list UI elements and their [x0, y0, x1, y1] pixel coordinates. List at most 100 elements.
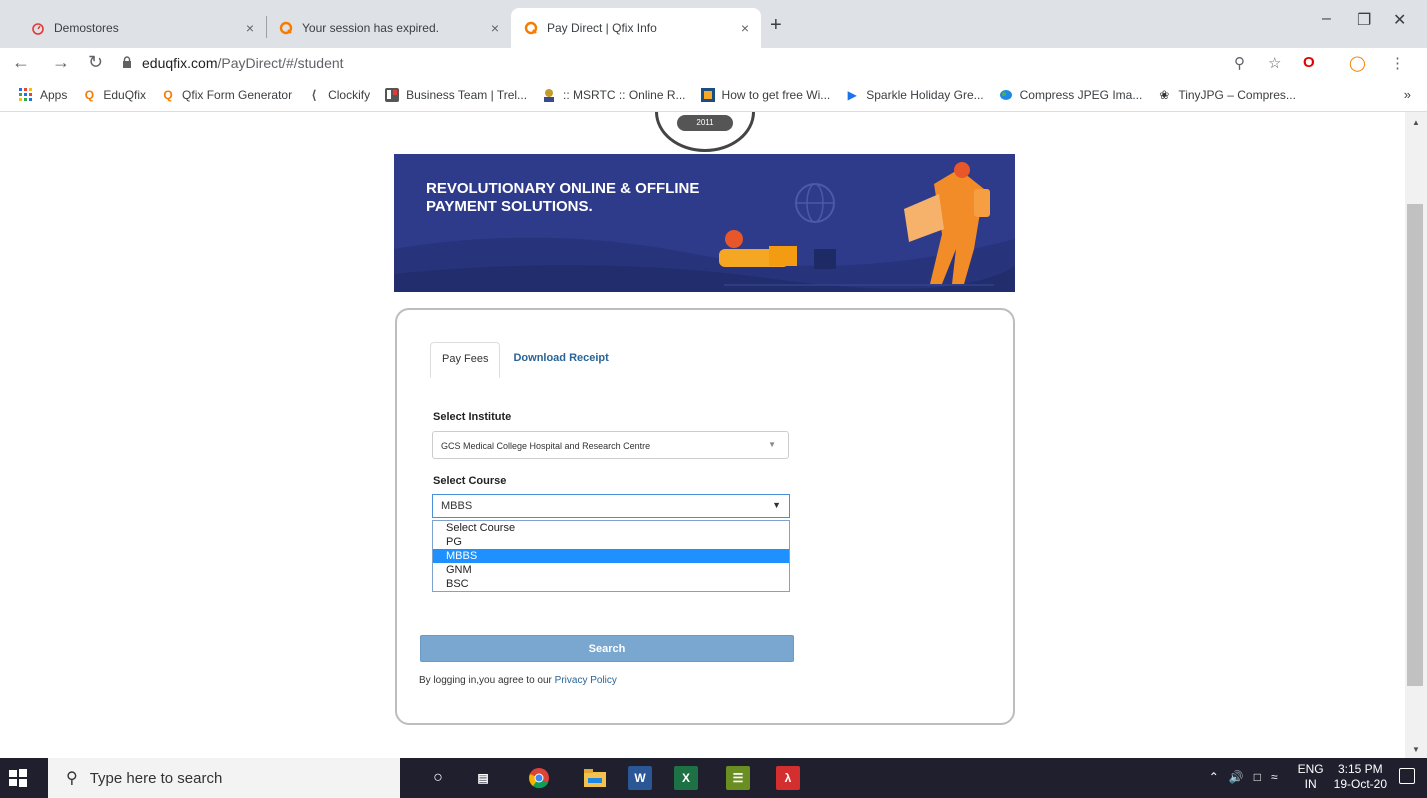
cortana-icon[interactable]: ○	[426, 766, 450, 790]
bookmark-sparkle-holiday[interactable]: ▶ Sparkle Holiday Gre...	[844, 87, 984, 103]
privacy-policy-link[interactable]: Privacy Policy	[555, 675, 617, 686]
reload-icon[interactable]: ↻	[88, 52, 103, 73]
institute-value: GCS Medical College Hospital and Researc…	[441, 441, 651, 451]
close-icon[interactable]: ×	[491, 20, 499, 36]
notifications-icon[interactable]	[1399, 768, 1415, 784]
qfix-extension-icon[interactable]: ◯	[1349, 54, 1366, 72]
search-icon: ⚲	[66, 770, 78, 787]
star-icon[interactable]: ☆	[1268, 54, 1281, 72]
scroll-down-icon[interactable]: ▼	[1412, 745, 1420, 754]
timer-icon	[30, 20, 46, 36]
bookmark-tinyjpg[interactable]: ❀ TinyJPG – Compres...	[1156, 87, 1296, 103]
qfix-icon	[523, 20, 539, 36]
tab-download-receipt[interactable]: Download Receipt	[500, 342, 621, 378]
language-indicator[interactable]: ENG IN	[1298, 762, 1324, 792]
bookmark-label: Qfix Form Generator	[182, 87, 293, 102]
new-tab-button[interactable]: +	[770, 14, 782, 37]
course-option[interactable]: PG	[433, 535, 789, 549]
bookmark-label: :: MSRTC :: Online R...	[563, 87, 686, 102]
clock-time: 3:15 PM	[1337, 762, 1383, 776]
volume-icon[interactable]: 🔊	[1229, 770, 1244, 784]
banner-title: REVOLUTIONARY ONLINE & OFFLINE PAYMENT S…	[426, 180, 700, 215]
clockify-icon: ⟨	[311, 87, 317, 102]
restore-icon[interactable]: ❐	[1357, 10, 1371, 30]
qfix-icon	[278, 20, 294, 36]
search-button[interactable]: Search	[420, 635, 794, 662]
bookmark-label: Sparkle Holiday Gre...	[866, 87, 984, 102]
windows-taskbar: ⚲ Type here to search ○ ▤ W X ☰ λ ⌃ 🔊 □ …	[0, 758, 1427, 798]
bookmark-compress-jpeg[interactable]: Compress JPEG Ima...	[998, 87, 1142, 103]
chevron-down-icon: ▼	[772, 500, 781, 510]
chevron-down-icon: ▼	[768, 440, 776, 449]
scrollbar-thumb[interactable]	[1407, 204, 1423, 686]
bookmark-eduqfix[interactable]: Q EduQfix	[81, 87, 146, 103]
bookmark-label: Clockify	[328, 87, 371, 102]
course-option[interactable]: GNM	[433, 563, 789, 577]
browser-tab-demostores[interactable]: Demostores ×	[18, 8, 266, 48]
course-option[interactable]: Select Course	[433, 521, 789, 535]
excel-icon[interactable]: X	[674, 766, 698, 790]
back-icon[interactable]: ←	[12, 52, 30, 73]
payment-form-card: Pay Fees Download Receipt Select Institu…	[395, 308, 1015, 725]
bookmark-business-team[interactable]: Business Team | Trel...	[384, 87, 527, 103]
form-tabs: Pay Fees Download Receipt	[430, 342, 622, 378]
bookmark-apps[interactable]: Apps	[18, 87, 67, 103]
wifi-icon[interactable]: ≈	[1271, 770, 1278, 784]
bookmark-label: Apps	[40, 87, 68, 102]
opera-extension-icon[interactable]: O	[1303, 54, 1315, 71]
acrobat-icon[interactable]: λ	[776, 766, 800, 790]
address-bar[interactable]: eduqfix.com/PayDirect/#/student	[122, 51, 1262, 75]
minimize-icon[interactable]: –	[1322, 10, 1331, 28]
qfix-icon: Q	[84, 87, 95, 102]
clock[interactable]: 3:15 PM 19-Oct-20	[1334, 762, 1387, 792]
bookmark-label: TinyJPG – Compres...	[1178, 87, 1296, 102]
chevron-up-icon[interactable]: ⌃	[1209, 770, 1219, 784]
bookmark-how-to-get-free[interactable]: How to get free Wi...	[700, 87, 830, 103]
tab-pay-fees[interactable]: Pay Fees	[430, 342, 501, 378]
address-toolbar: ← → ↻ eduqfix.com/PayDirect/#/student ⚲ …	[0, 48, 1427, 78]
region-code: IN	[1304, 777, 1317, 791]
system-tray: ⌃ 🔊 □ ≈ ENG IN 3:15 PM 19-Oct-20	[1209, 762, 1387, 792]
close-icon[interactable]: ×	[741, 20, 749, 36]
scroll-up-icon[interactable]: ▲	[1412, 118, 1420, 127]
institute-select[interactable]: GCS Medical College Hospital and Researc…	[432, 431, 789, 459]
language-code: ENG	[1297, 762, 1324, 776]
panda-icon: ❀	[1159, 87, 1170, 102]
task-view-icon[interactable]: ▤	[471, 766, 495, 790]
course-option-selected[interactable]: MBBS	[433, 549, 789, 563]
file-explorer-icon[interactable]	[583, 766, 607, 790]
page-content: 2011 REVOLUTIONARY ONLINE & OFFLINE PAYM…	[0, 112, 1405, 758]
qfix-icon: Q	[163, 87, 173, 102]
window-close-icon[interactable]: ✕	[1393, 10, 1406, 30]
course-label: Select Course	[433, 475, 507, 487]
word-icon[interactable]: W	[628, 766, 652, 790]
project-icon[interactable]: ☰	[726, 766, 750, 790]
bookmark-qfix-form-generator[interactable]: Q Qfix Form Generator	[160, 87, 292, 103]
windows-start-icon[interactable]	[8, 768, 28, 788]
menu-icon[interactable]: ⋮	[1390, 54, 1405, 72]
banner-illustration	[394, 162, 1015, 292]
msrtc-icon	[541, 87, 557, 103]
apps-grid-icon	[18, 87, 34, 103]
browser-tab-bar: Demostores × Your session has expired. ×…	[0, 0, 1427, 48]
page-scrollbar[interactable]: ▲ ▼	[1405, 112, 1427, 758]
bookmarks-more-icon[interactable]: »	[1404, 87, 1411, 102]
zoom-icon[interactable]: ⚲	[1234, 54, 1245, 72]
forward-icon[interactable]: →	[52, 52, 70, 73]
close-icon[interactable]: ×	[246, 20, 254, 36]
promo-banner: REVOLUTIONARY ONLINE & OFFLINE PAYMENT S…	[394, 154, 1015, 292]
course-option[interactable]: BSC	[433, 577, 789, 591]
bookmarks-bar: Apps Q EduQfix Q Qfix Form Generator ⟨ C…	[0, 78, 1427, 112]
bookmark-msrtc[interactable]: :: MSRTC :: Online R...	[541, 87, 686, 103]
taskbar-search-placeholder: Type here to search	[89, 769, 223, 787]
clock-date: 19-Oct-20	[1333, 777, 1387, 791]
agreement-label: By logging in,you agree to our	[419, 675, 552, 686]
taskbar-search-input[interactable]: ⚲ Type here to search	[48, 758, 400, 798]
bookmark-clockify[interactable]: ⟨ Clockify	[306, 87, 370, 103]
browser-tab-session-expired[interactable]: Your session has expired. ×	[266, 8, 511, 48]
browser-tab-pay-direct[interactable]: Pay Direct | Qfix Info ×	[511, 8, 761, 48]
chrome-icon[interactable]	[527, 766, 551, 790]
course-select[interactable]: MBBS ▼	[432, 494, 790, 518]
tab-title: Your session has expired.	[302, 21, 439, 35]
battery-icon[interactable]: □	[1254, 770, 1261, 784]
